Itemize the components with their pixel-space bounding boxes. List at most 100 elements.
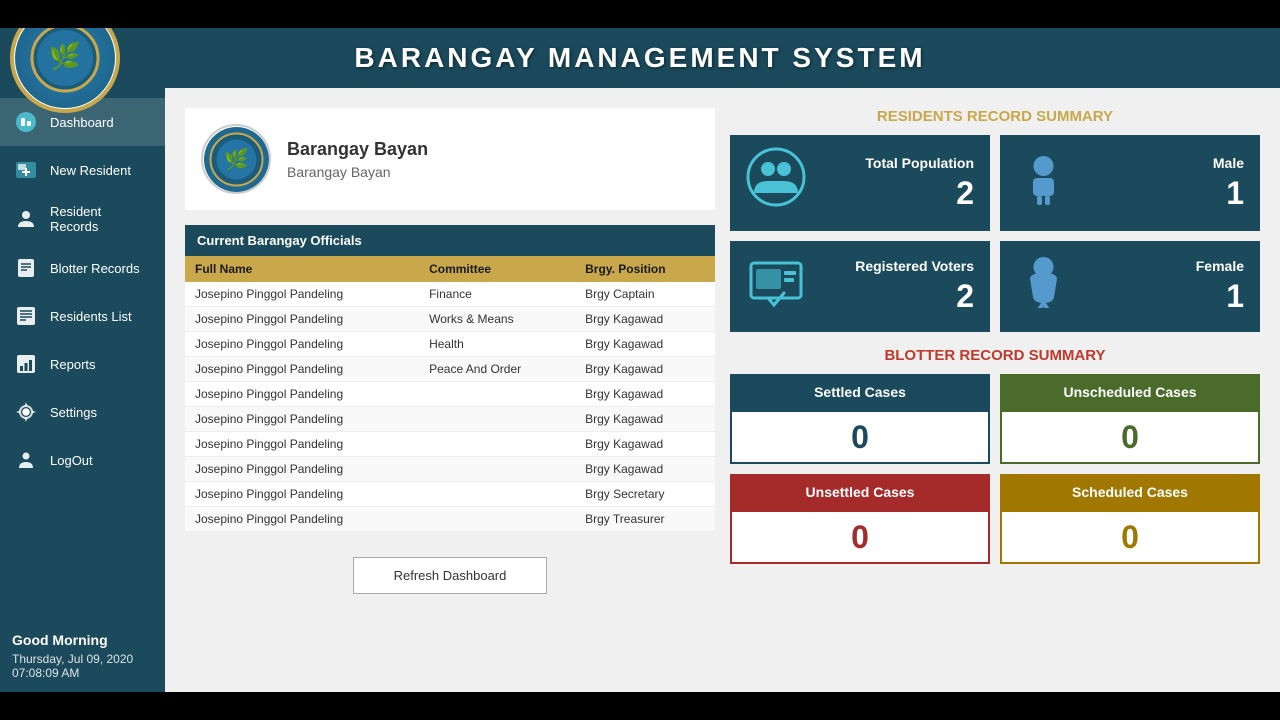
- cell-position: Brgy Captain: [575, 282, 715, 307]
- brgy-details: Barangay Bayan Barangay Bayan: [287, 139, 428, 180]
- cell-committee: [419, 432, 575, 457]
- blotter-cases-grid: Settled Cases 0 Unscheduled Cases 0: [730, 374, 1260, 564]
- female-icon: [1016, 253, 1071, 320]
- new-resident-icon: [12, 156, 40, 184]
- sidebar-label-logout: LogOut: [50, 453, 93, 468]
- unsettled-cases-body: 0: [730, 510, 990, 564]
- settings-icon: [12, 398, 40, 426]
- cell-committee: [419, 507, 575, 532]
- sidebar-footer: Good Morning Thursday, Jul 09, 2020 07:0…: [0, 620, 165, 692]
- col-fullname: Full Name: [185, 256, 419, 282]
- unsettled-cases-label: Unsettled Cases: [730, 474, 990, 510]
- sidebar-item-logout[interactable]: LogOut: [0, 436, 165, 484]
- table-row: Josepino Pinggol Pandeling Health Brgy K…: [185, 332, 715, 357]
- cell-committee: Health: [419, 332, 575, 357]
- sidebar-item-settings[interactable]: Settings: [0, 388, 165, 436]
- date-text: Thursday, Jul 09, 2020: [12, 652, 153, 666]
- settled-cases-body: 0: [730, 410, 990, 464]
- male-icon: [1016, 150, 1071, 217]
- residents-list-icon: [12, 302, 40, 330]
- female-info: Female 1: [1196, 258, 1244, 315]
- residents-summary: RESIDENTS RECORD SUMMARY: [730, 108, 1260, 332]
- blotter-unsettled-card: Unsettled Cases 0: [730, 474, 990, 564]
- sidebar-label-reports: Reports: [50, 357, 96, 372]
- male-info: Male 1: [1213, 155, 1244, 212]
- brgy-logo: 🌿: [201, 124, 271, 194]
- blotter-summary-title: BLOTTER RECORD SUMMARY: [730, 347, 1260, 364]
- cell-committee: [419, 382, 575, 407]
- bottom-bar: [0, 692, 1280, 720]
- cell-name: Josepino Pinggol Pandeling: [185, 507, 419, 532]
- dashboard-icon: [12, 108, 40, 136]
- resident-records-icon: [12, 205, 40, 233]
- col-position: Brgy. Position: [575, 256, 715, 282]
- logout-icon: [12, 446, 40, 474]
- male-value: 1: [1213, 175, 1244, 212]
- female-label: Female: [1196, 258, 1244, 274]
- barangay-info: 🌿 Barangay Bayan Barangay Bayan: [185, 108, 715, 210]
- cell-position: Brgy Kagawad: [575, 332, 715, 357]
- scheduled-cases-body: 0: [1000, 510, 1260, 564]
- table-row: Josepino Pinggol Pandeling Brgy Kagawad: [185, 432, 715, 457]
- cell-name: Josepino Pinggol Pandeling: [185, 307, 419, 332]
- sidebar: Dashboard New Resident: [0, 88, 165, 692]
- logo-inner: 🌿: [15, 28, 115, 108]
- table-header-row: Full Name Committee Brgy. Position: [185, 256, 715, 282]
- scheduled-cases-label: Scheduled Cases: [1000, 474, 1260, 510]
- residents-summary-title: RESIDENTS RECORD SUMMARY: [730, 108, 1260, 125]
- app-container: 🌿 BARANGAY MANAGEMENT SYSTEM Dashboard: [0, 28, 1280, 692]
- sidebar-item-blotter-records[interactable]: Blotter Records: [0, 244, 165, 292]
- registered-voters-value: 2: [855, 278, 974, 315]
- registered-voters-info: Registered Voters 2: [855, 258, 974, 315]
- total-population-label: Total Population: [865, 155, 974, 171]
- stat-card-male: Male 1: [1000, 135, 1260, 231]
- cell-name: Josepino Pinggol Pandeling: [185, 357, 419, 382]
- stat-card-registered-voters: Registered Voters 2: [730, 241, 990, 332]
- time-text: 07:08:09 AM: [12, 666, 153, 680]
- reports-icon: [12, 350, 40, 378]
- cell-committee: Finance: [419, 282, 575, 307]
- app-title: BARANGAY MANAGEMENT SYSTEM: [354, 42, 925, 74]
- sidebar-item-reports[interactable]: Reports: [0, 340, 165, 388]
- total-population-info: Total Population 2: [865, 155, 974, 212]
- sidebar-item-residents-list[interactable]: Residents List: [0, 292, 165, 340]
- cell-name: Josepino Pinggol Pandeling: [185, 282, 419, 307]
- sidebar-label-dashboard: Dashboard: [50, 115, 114, 130]
- registered-voters-icon: [746, 253, 806, 320]
- male-label: Male: [1213, 155, 1244, 171]
- top-bar: [0, 0, 1280, 28]
- sidebar-label-resident-records: Resident Records: [50, 204, 153, 234]
- col-committee: Committee: [419, 256, 575, 282]
- table-row: Josepino Pinggol Pandeling Brgy Kagawad: [185, 382, 715, 407]
- blotter-settled-card: Settled Cases 0: [730, 374, 990, 464]
- stat-card-female: Female 1: [1000, 241, 1260, 332]
- cell-name: Josepino Pinggol Pandeling: [185, 457, 419, 482]
- cell-position: Brgy Kagawad: [575, 357, 715, 382]
- blotter-scheduled-card: Scheduled Cases 0: [1000, 474, 1260, 564]
- total-population-value: 2: [865, 175, 974, 212]
- refresh-dashboard-button[interactable]: Refresh Dashboard: [353, 557, 548, 594]
- blotter-records-icon: [12, 254, 40, 282]
- blotter-summary: BLOTTER RECORD SUMMARY Settled Cases 0 U…: [730, 347, 1260, 564]
- cell-name: Josepino Pinggol Pandeling: [185, 407, 419, 432]
- stat-card-total-population: Total Population 2: [730, 135, 990, 231]
- svg-text:🌿: 🌿: [49, 41, 81, 71]
- sidebar-label-new-resident: New Resident: [50, 163, 131, 178]
- total-population-icon: [746, 147, 806, 219]
- cell-position: Brgy Kagawad: [575, 307, 715, 332]
- content: 🌿 Barangay Bayan Barangay Bayan Current …: [165, 88, 1280, 692]
- cell-committee: [419, 457, 575, 482]
- cell-name: Josepino Pinggol Pandeling: [185, 482, 419, 507]
- cell-position: Brgy Kagawad: [575, 382, 715, 407]
- sidebar-item-resident-records[interactable]: Resident Records: [0, 194, 165, 244]
- settled-cases-label: Settled Cases: [730, 374, 990, 410]
- unscheduled-cases-value: 0: [1121, 419, 1139, 456]
- officials-table: Full Name Committee Brgy. Position Josep…: [185, 256, 715, 532]
- cell-name: Josepino Pinggol Pandeling: [185, 432, 419, 457]
- main-layout: Dashboard New Resident: [0, 88, 1280, 692]
- brgy-sub: Barangay Bayan: [287, 164, 428, 180]
- sidebar-item-new-resident[interactable]: New Resident: [0, 146, 165, 194]
- cell-position: Brgy Kagawad: [575, 432, 715, 457]
- scheduled-cases-value: 0: [1121, 519, 1139, 556]
- brgy-logo-inner: 🌿: [204, 127, 269, 192]
